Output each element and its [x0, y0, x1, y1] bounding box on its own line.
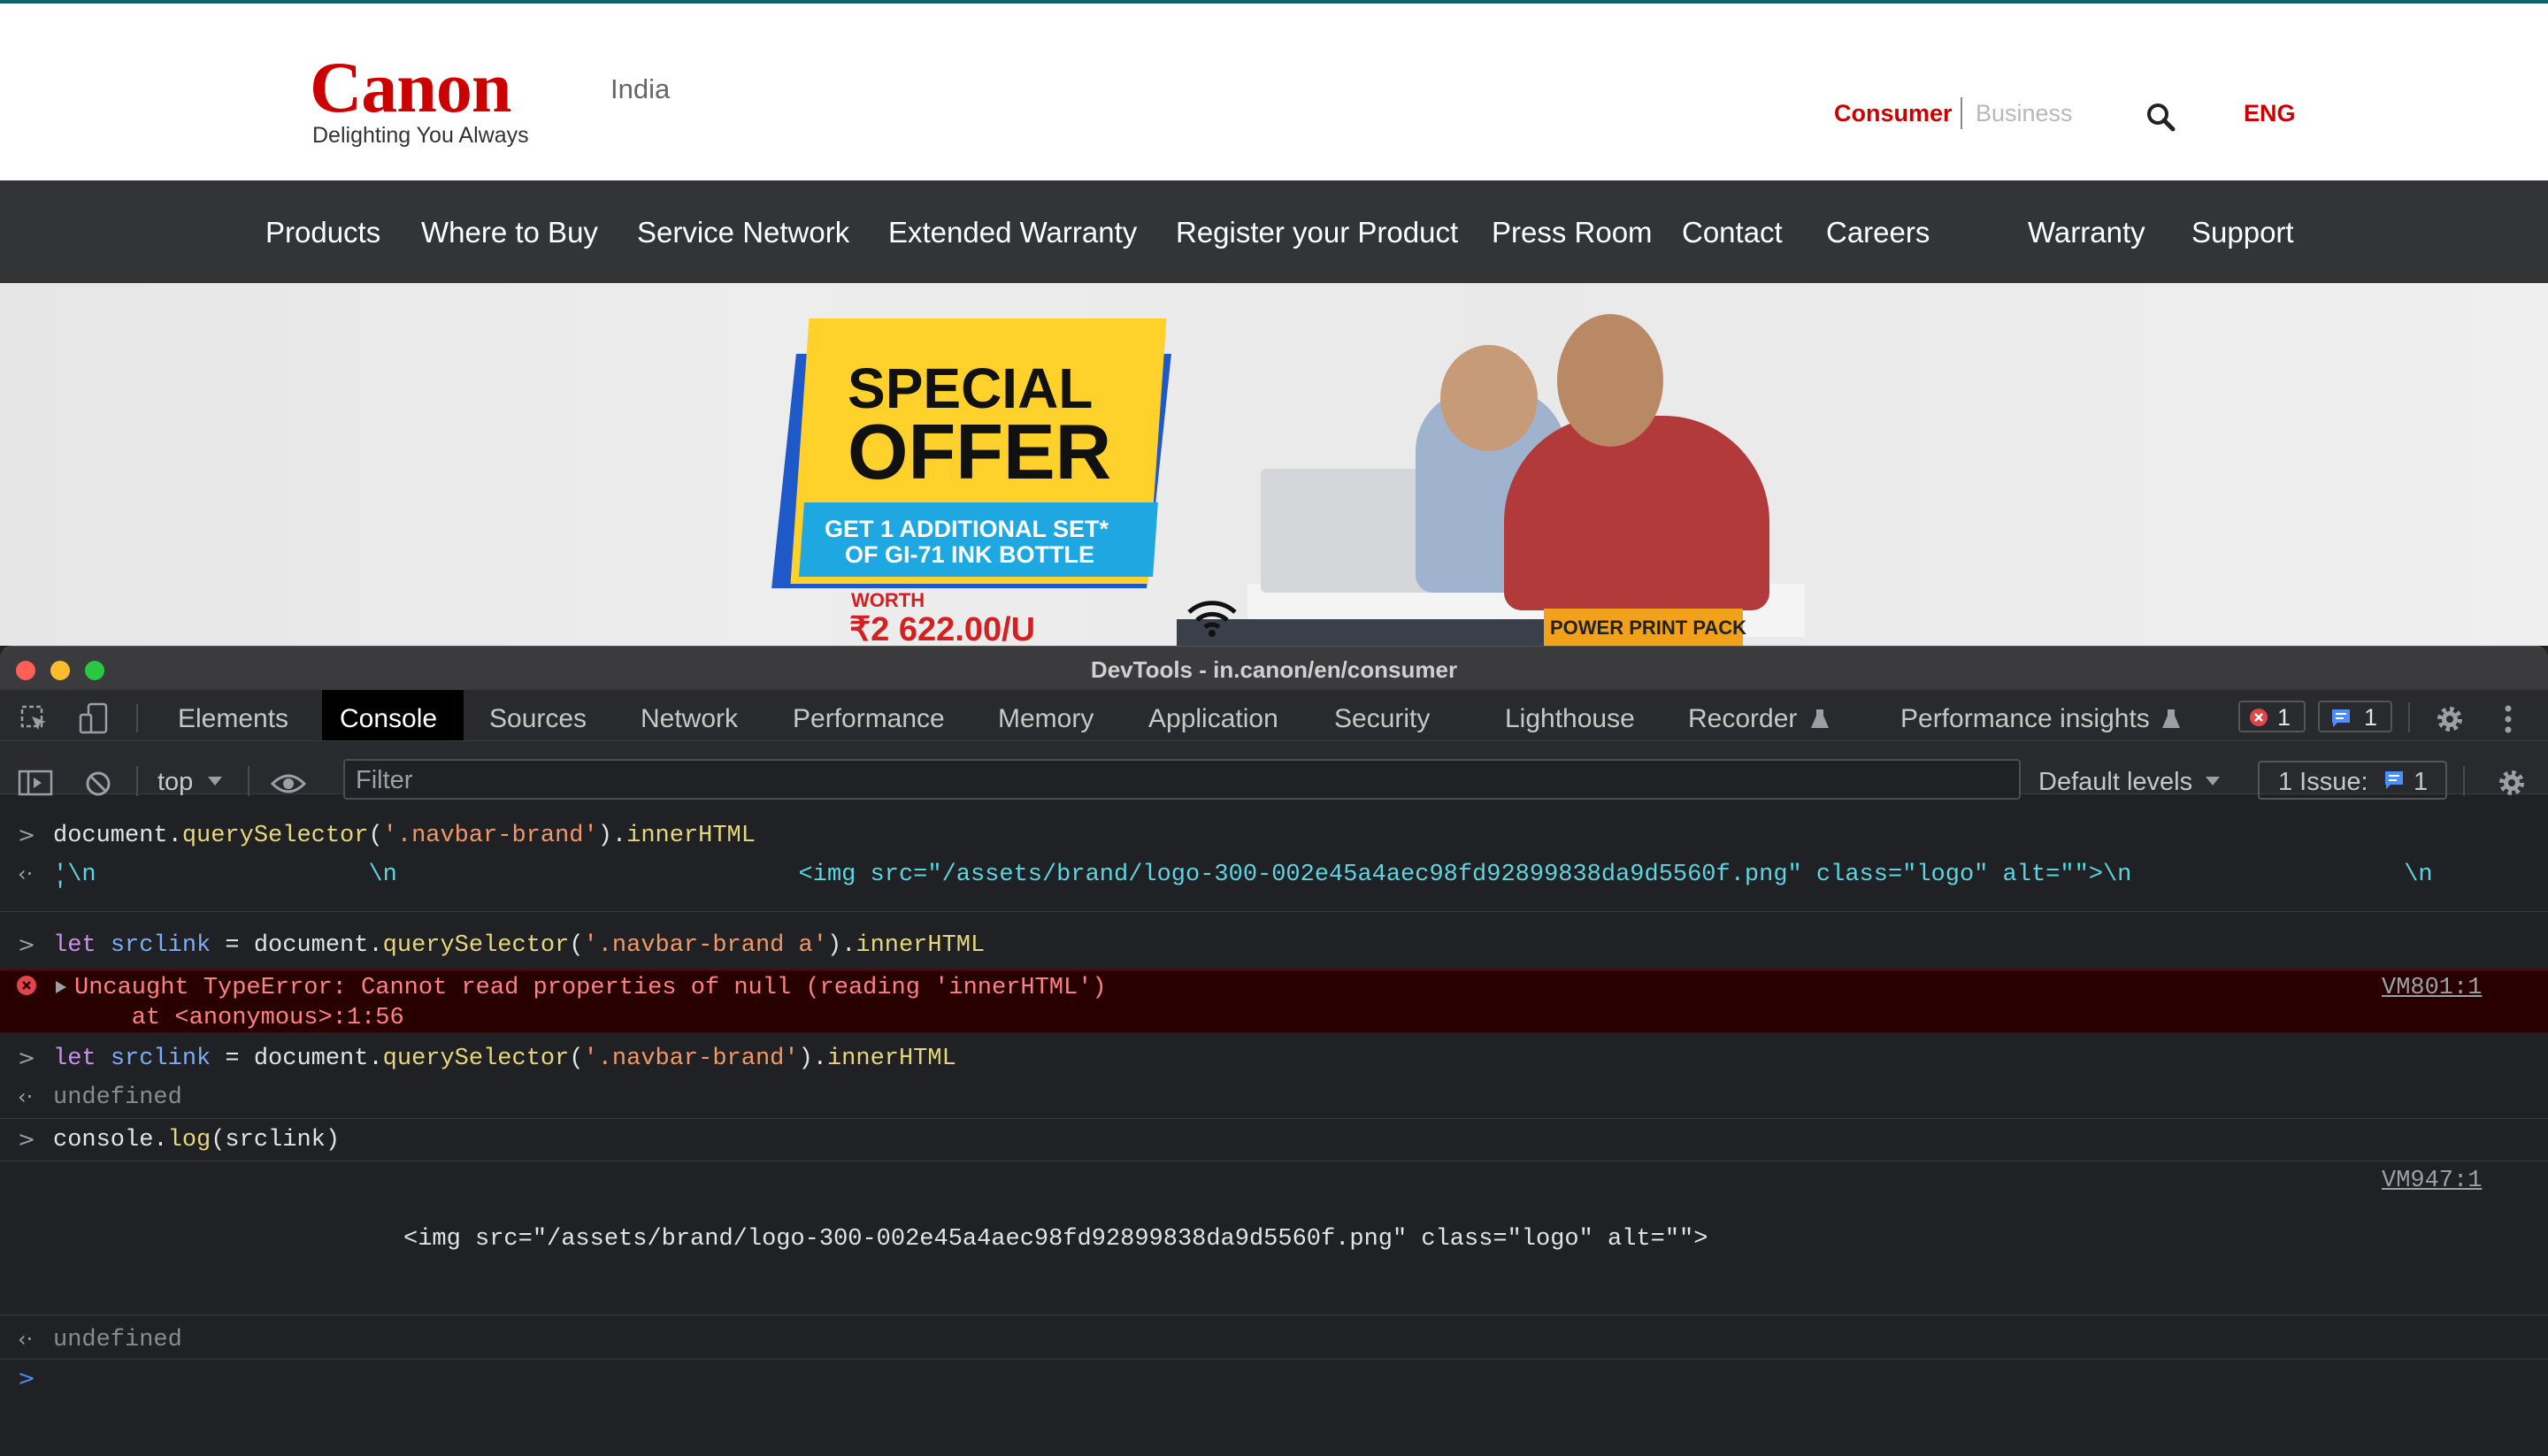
website-viewport: Canon Delighting You Always India Consum…: [0, 0, 2548, 648]
nav-where-to-buy[interactable]: Where to Buy: [421, 216, 598, 249]
row-divider: [0, 911, 2548, 912]
banner-man: [1504, 416, 1769, 610]
consumer-link[interactable]: Consumer: [1834, 100, 1953, 127]
console-input-1[interactable]: document.querySelector('.navbar-brand').…: [53, 823, 756, 849]
expand-triangle-icon[interactable]: [55, 980, 67, 994]
language-switch[interactable]: ENG: [2244, 100, 2296, 127]
nav-careers[interactable]: Careers: [1826, 216, 1930, 249]
input-prompt-icon: >: [18, 1127, 36, 1152]
error-icon: [17, 976, 36, 995]
gear-icon[interactable]: [2435, 704, 2465, 734]
header-divider: [1961, 97, 1962, 129]
tab-console[interactable]: Console: [340, 704, 437, 734]
filter-input[interactable]: [343, 759, 2021, 800]
offer-price: ₹2 622.00/U: [849, 611, 1036, 648]
device-toolbar-icon[interactable]: [78, 702, 110, 736]
experimental-flask-icon: [2162, 709, 2180, 728]
console-result-4: undefined: [53, 1327, 182, 1353]
tab-performance[interactable]: Performance: [793, 704, 945, 734]
wifi-icon: [1187, 601, 1237, 637]
devtools-window: DevTools - in.canon/en/consumer Elements…: [0, 646, 2548, 1456]
error-source-link[interactable]: VM801:1: [2382, 975, 2482, 1001]
toolbar-divider: [2463, 766, 2465, 796]
message-icon: [2332, 709, 2350, 727]
message-count-badge[interactable]: [2318, 701, 2392, 732]
nav-service-network[interactable]: Service Network: [637, 216, 849, 249]
tab-lighthouse[interactable]: Lighthouse: [1505, 704, 1635, 734]
issues-count: 1: [2414, 768, 2429, 796]
row-divider: [0, 1314, 2548, 1315]
active-input-prompt-icon: >: [18, 1366, 36, 1391]
issues-label: 1 Issue:: [2278, 768, 2368, 796]
nav-support[interactable]: Support: [2191, 216, 2294, 249]
inspect-element-icon[interactable]: [19, 704, 50, 734]
top-accent-line: [0, 0, 2548, 4]
console-input-3[interactable]: let srclink = document.querySelector('.n…: [53, 1046, 956, 1072]
tab-memory[interactable]: Memory: [998, 704, 1094, 734]
error-message[interactable]: Uncaught TypeError: Cannot read properti…: [74, 975, 1107, 1001]
input-prompt-icon: >: [18, 1046, 36, 1070]
filter-placeholder: Filter: [356, 766, 413, 794]
console-input-4[interactable]: console.log(srclink): [53, 1127, 340, 1153]
tab-recorder[interactable]: Recorder: [1688, 704, 1797, 734]
tab-divider: [136, 704, 138, 732]
row-divider: [0, 1359, 2548, 1360]
nav-warranty[interactable]: Warranty: [2028, 216, 2145, 249]
power-print-pack-label: POWER PRINT PACK: [1550, 617, 1747, 639]
offer-line-1: GET 1 ADDITIONAL SET*: [825, 516, 1109, 542]
console-log-output: <img src="/assets/brand/logo-300-002e45a…: [403, 1226, 1708, 1253]
input-prompt-icon: >: [18, 932, 36, 957]
toolbar-divider: [136, 766, 138, 796]
row-divider: [0, 1118, 2548, 1119]
tab-security[interactable]: Security: [1334, 704, 1430, 734]
nav-extended-warranty[interactable]: Extended Warranty: [888, 216, 1137, 249]
toolbar-divider: [248, 766, 249, 796]
tab-divider: [2408, 702, 2410, 732]
nav-press-room[interactable]: Press Room: [1492, 216, 1653, 249]
input-prompt-icon: >: [18, 823, 36, 847]
console-input-field[interactable]: [50, 1364, 2527, 1435]
more-options-icon[interactable]: [2504, 704, 2513, 734]
devtools-title: DevTools - in.canon/en/consumer: [1090, 656, 1458, 683]
console-result-1: '\n \n <img src="/assets/brand/logo-300-…: [53, 862, 2433, 888]
console-result-1-end: ': [53, 879, 68, 906]
sidebar-toggle-icon[interactable]: [18, 770, 53, 796]
console-input-2[interactable]: let srclink = document.querySelector('.n…: [53, 932, 985, 959]
message-count: 1: [2364, 704, 2378, 731]
offer-line-2: OF GI-71 INK BOTTLE: [845, 541, 1095, 568]
logo-tagline: Delighting You Always: [312, 123, 529, 148]
log-levels-dropdown[interactable]: Default levels: [2038, 768, 2192, 797]
error-stack-line: at <anonymous>:1:56: [74, 1005, 404, 1031]
result-arrow-icon: ‹·: [18, 862, 34, 886]
banner-child-head: [1440, 345, 1538, 451]
console-result-3: undefined: [53, 1084, 182, 1111]
result-arrow-icon: ‹·: [18, 1084, 34, 1109]
live-expression-eye-icon[interactable]: [271, 771, 306, 796]
console-settings-gear-icon[interactable]: [2497, 768, 2527, 798]
canon-logo[interactable]: Canon: [310, 51, 511, 124]
nav-contact[interactable]: Contact: [1682, 216, 1783, 249]
clear-console-icon[interactable]: [84, 770, 112, 798]
business-link[interactable]: Business: [1976, 100, 2073, 127]
experimental-flask-icon: [1811, 709, 1829, 728]
tab-elements[interactable]: Elements: [178, 704, 288, 734]
tab-sources[interactable]: Sources: [489, 704, 587, 734]
chevron-down-icon: [208, 777, 222, 785]
error-count: 1: [2277, 704, 2291, 731]
issue-message-icon: [2385, 771, 2403, 789]
nav-products[interactable]: Products: [265, 216, 380, 249]
error-icon: [2250, 709, 2268, 726]
tab-network[interactable]: Network: [641, 704, 738, 734]
chevron-down-icon: [2206, 777, 2220, 785]
nav-register-product[interactable]: Register your Product: [1176, 216, 1458, 249]
context-selector[interactable]: top: [157, 768, 193, 797]
banner-man-head: [1557, 314, 1663, 447]
tab-application[interactable]: Application: [1148, 704, 1278, 734]
search-icon[interactable]: [2145, 101, 2176, 133]
result-arrow-icon: ‹·: [18, 1327, 34, 1352]
tab-performance-insights[interactable]: Performance insights: [1900, 704, 2150, 734]
offer-heading-offer: OFFER: [848, 408, 1112, 495]
log-source-link[interactable]: VM947:1: [2382, 1168, 2482, 1194]
country-label[interactable]: India: [610, 73, 670, 105]
